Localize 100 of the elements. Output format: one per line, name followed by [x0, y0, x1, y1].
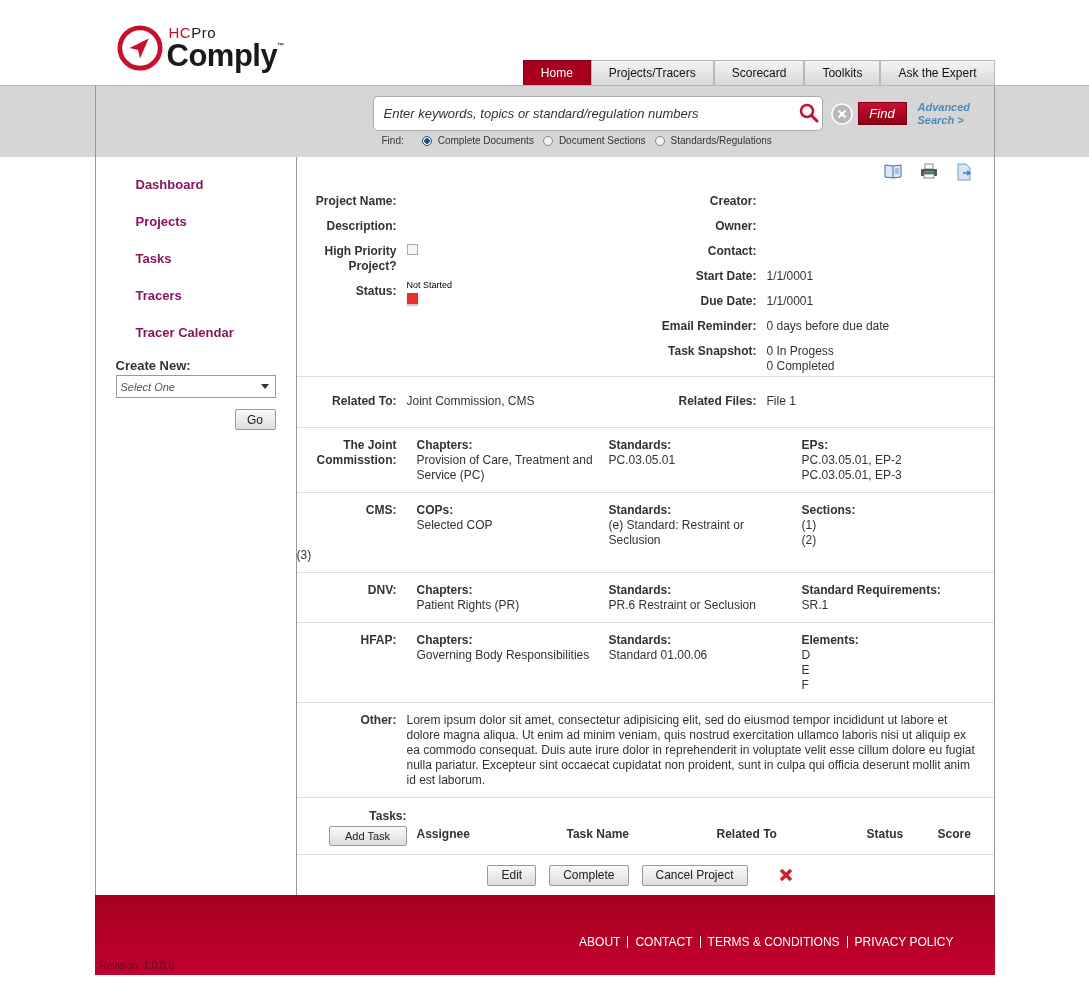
field-value: (2) — [801, 533, 818, 548]
radio-label[interactable]: Document Sections — [558, 135, 646, 146]
printer-icon[interactable] — [919, 163, 938, 179]
search-icon[interactable] — [798, 103, 819, 123]
nav-tab[interactable]: Toolkits — [804, 60, 881, 85]
column-heading: Sections: — [801, 503, 857, 518]
field-value: Selected COP — [416, 518, 494, 533]
field-label: DNV: — [366, 583, 398, 599]
radio-button[interactable] — [542, 135, 553, 146]
column-heading: COPs: — [416, 503, 455, 518]
stray-text: (3) — [296, 548, 313, 563]
field-label: Related Files: — [677, 393, 758, 409]
column-heading: Standards: — [608, 633, 673, 648]
field-value: 1/1/0001 — [766, 269, 814, 284]
field-value: Governing Body Responsibilities — [416, 648, 591, 663]
nav-tab[interactable]: Scorecard — [713, 60, 805, 85]
field-label: CMS: — [364, 503, 398, 519]
field-label: Due Date: — [699, 294, 758, 309]
field-label: Owner: — [714, 219, 758, 234]
revision-text: Revision: 1.0.0.0 — [98, 960, 175, 971]
field-label: Task Snapshot: — [667, 344, 758, 360]
sidebar-item[interactable]: Projects — [135, 214, 276, 251]
column-heading: Standard Requirements: — [801, 583, 942, 598]
column-heading: EPs: — [801, 438, 830, 453]
field-value: Patient Rights (PR) — [416, 598, 521, 613]
column-heading: Standards: — [608, 583, 673, 598]
footer-link[interactable]: CONTACT — [635, 935, 693, 949]
field-value: 0 Completed — [766, 359, 835, 374]
column-header: Score — [937, 827, 971, 841]
field-label: Creator: — [708, 194, 758, 209]
field-value: PC.03.05.01 — [608, 453, 677, 468]
compass-logo-icon — [116, 25, 163, 71]
action-button[interactable]: Edit — [487, 864, 537, 886]
delete-icon[interactable] — [778, 868, 793, 882]
status-text: Not Started — [406, 280, 453, 291]
column-header: Related To — [716, 827, 778, 841]
field-value: D — [801, 648, 812, 663]
radio-button[interactable] — [654, 135, 665, 146]
column-header: Assignee — [416, 827, 471, 841]
field-value: Standard 01.00.06 — [608, 648, 709, 663]
column-header: Status — [866, 827, 905, 841]
search-field[interactable]: Enter keywords, topics or standard/regulation numbers — [372, 96, 823, 131]
other-text: Lorem ipsum dolor sit amet, consectetur adipisicing elit, sed do eiusmod tempor incididunt ut labore et dolore magna aliqua. Ut enim ad minim veniam, quis nostrud exercitation ullamco laboris nisi ut aliquip ex ea commodo consequat. Duis aute irure dolor in reprehenderit in voluptate velit esse cillum dolore eu fugiat nulla pariatur. Excepteur sint occaecat cupidatat non proident, sunt in culpa qui officia deserunt mollit anim id est laborum. — [406, 713, 976, 788]
field-value: 1/1/0001 — [766, 294, 814, 309]
field-label: Related To: — [331, 393, 398, 409]
field-value: F — [801, 678, 810, 693]
radio-label[interactable]: Complete Documents — [437, 135, 534, 146]
field-value: PC.03.05.01, EP-2 — [801, 453, 903, 468]
sidebar-item[interactable]: Tasks — [135, 251, 276, 288]
field-value: Provision of Care, Treatment and Service (PC) — [416, 453, 594, 483]
column-heading: Chapters: — [416, 438, 474, 453]
go-button[interactable]: Go — [234, 409, 276, 430]
book-icon[interactable] — [883, 163, 902, 179]
field-label: Project Name: — [314, 194, 398, 209]
field-value: 0 days before due date — [766, 319, 890, 334]
field-label: Tasks: — [369, 809, 407, 824]
field-label: Description: — [325, 219, 398, 234]
checkbox[interactable] — [406, 244, 418, 255]
footer-link[interactable]: ABOUT — [579, 935, 621, 949]
radio-label[interactable]: Standards/Regulations — [670, 135, 772, 146]
field-value: E — [801, 663, 811, 678]
action-button[interactable]: Complete — [549, 864, 629, 886]
field-value: File 1 — [766, 393, 796, 409]
field-label: Status: — [354, 284, 398, 300]
field-label: Start Date: — [694, 269, 758, 284]
field-value: SR.1 — [801, 598, 830, 613]
find-button[interactable]: Find — [857, 102, 907, 125]
action-button[interactable]: Cancel Project — [641, 864, 748, 886]
column-header: Task Name — [566, 827, 630, 841]
export-document-icon[interactable] — [955, 163, 972, 181]
select-dropdown[interactable]: Select One — [115, 375, 276, 398]
column-heading: Elements: — [801, 633, 860, 648]
nav-tab[interactable]: Projects/Tracers — [590, 60, 714, 85]
nav-tab[interactable]: Ask the Expert — [880, 60, 995, 85]
field-label: Contact: — [706, 244, 758, 259]
field-value: 0 In Progess — [766, 344, 835, 359]
add-task-button[interactable]: Add Task — [328, 826, 407, 846]
field-value: PR.6 Restraint or Seclusion — [608, 598, 757, 613]
sidebar-item[interactable]: Tracers — [135, 288, 276, 325]
find-label: Find: — [381, 135, 404, 146]
column-heading: Chapters: — [416, 633, 474, 648]
field-label: HFAP: — [359, 633, 398, 649]
field-label: The Joint Commisstion: — [315, 438, 398, 469]
field-value: Joint Commission, CMS — [406, 393, 535, 409]
logo-brand: HCPro — [168, 25, 217, 40]
nav-tab[interactable]: Home — [522, 60, 591, 85]
sidebar-item[interactable]: Dashboard — [135, 177, 276, 214]
footer-link[interactable]: PRIVACY POLICY — [854, 935, 954, 949]
field-label: Email Reminder: — [660, 319, 758, 334]
column-heading: Standards: — [608, 503, 673, 518]
field-value: (e) Standard: Restraint or Seclusion — [608, 518, 745, 548]
field-label: Other: — [359, 713, 398, 729]
column-heading: Chapters: — [416, 583, 474, 598]
footer-link[interactable]: TERMS & CONDITIONS — [707, 935, 840, 949]
logo-name: Comply$^{™}$ — [166, 40, 284, 71]
caret-icon — [260, 384, 269, 389]
field-label: High Priority Project? — [323, 244, 398, 274]
field-value: PC.03.05.01, EP-3 — [801, 468, 903, 483]
radio-button[interactable] — [421, 135, 432, 146]
field-value: (1) — [801, 518, 818, 533]
